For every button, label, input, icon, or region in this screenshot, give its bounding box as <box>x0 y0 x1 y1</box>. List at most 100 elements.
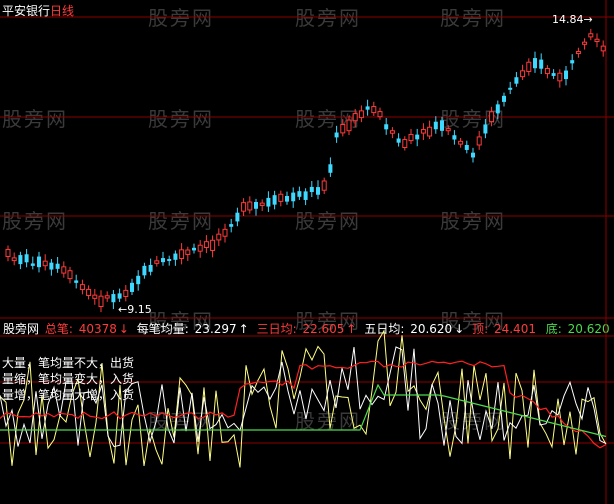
candle <box>402 139 408 149</box>
candle <box>588 33 594 38</box>
candle <box>415 134 420 140</box>
candle <box>458 140 464 145</box>
high-price-value: 14.84 <box>552 13 584 26</box>
candle <box>526 61 532 72</box>
candle <box>185 249 191 255</box>
candle <box>123 289 129 297</box>
candle <box>203 241 209 248</box>
candle <box>5 248 11 257</box>
note-line: 大量，笔均量不大，出货 <box>2 356 135 370</box>
note-line: 量缩，笔均量变大，入货 <box>2 372 135 386</box>
candle <box>396 138 401 143</box>
candle <box>600 45 606 52</box>
candle <box>148 264 153 272</box>
candle <box>297 191 302 197</box>
candle <box>161 258 165 263</box>
candle <box>11 257 17 262</box>
candle <box>42 260 48 267</box>
candle <box>173 253 178 260</box>
candle <box>285 196 289 202</box>
chart-title: 平安银行日线 <box>2 2 74 19</box>
candle <box>582 41 588 45</box>
stock-name: 平安银行 <box>2 4 51 18</box>
candle <box>30 263 35 266</box>
candle <box>49 262 54 270</box>
candle <box>452 135 457 140</box>
low-price-value: 9.15 <box>127 303 152 316</box>
candle <box>92 294 98 299</box>
candle <box>241 202 247 212</box>
candle <box>328 164 333 173</box>
candle <box>98 295 104 308</box>
candle <box>365 106 370 110</box>
candle <box>222 228 228 237</box>
candle <box>192 247 196 251</box>
period-label: 日线 <box>50 4 75 18</box>
candle <box>167 259 172 262</box>
candle <box>371 106 377 114</box>
candle <box>420 129 426 134</box>
candle <box>216 233 222 241</box>
candle <box>594 38 600 43</box>
candle <box>316 187 320 195</box>
candle <box>533 58 537 69</box>
candle <box>130 282 134 292</box>
candle <box>309 186 314 193</box>
candle <box>440 120 444 131</box>
candle <box>471 152 475 158</box>
candle <box>37 256 41 268</box>
candle <box>495 104 500 114</box>
candle <box>384 124 389 130</box>
candle <box>514 77 519 84</box>
candle <box>136 275 141 285</box>
candle <box>272 195 277 205</box>
candle <box>564 70 568 80</box>
candle <box>67 270 73 280</box>
candle <box>229 224 234 227</box>
candlestick-chart[interactable] <box>0 0 614 320</box>
high-price-label: 14.84→ <box>552 13 593 26</box>
candle <box>340 124 346 134</box>
candle <box>346 119 352 132</box>
candle <box>502 95 506 102</box>
candle <box>61 266 67 274</box>
candle <box>377 111 383 118</box>
arrow-left-icon: ← <box>118 303 128 316</box>
candle <box>303 191 308 200</box>
candle <box>210 239 216 251</box>
candle <box>86 288 92 296</box>
candle <box>179 249 185 259</box>
candle <box>291 192 296 202</box>
candle <box>266 197 271 207</box>
candle <box>74 280 79 283</box>
candle <box>427 126 433 137</box>
candle <box>389 130 395 134</box>
note-line: 量增，笔均量大增，入货 <box>2 388 135 402</box>
candle <box>79 284 85 291</box>
indicator-panel[interactable] <box>0 320 614 504</box>
candle <box>575 50 581 55</box>
candle <box>483 124 488 134</box>
candle <box>259 202 265 206</box>
candle <box>321 180 327 191</box>
candle <box>464 144 469 150</box>
candle <box>476 136 482 146</box>
candle <box>104 295 110 299</box>
candle <box>55 263 60 269</box>
candle <box>489 111 495 123</box>
candle <box>508 87 513 90</box>
low-price-label: ←9.15 <box>118 303 152 316</box>
candle <box>235 212 240 222</box>
candle <box>18 255 23 265</box>
candle <box>433 121 438 130</box>
candle <box>154 260 160 264</box>
indicator-chart[interactable] <box>0 320 614 504</box>
indicator-notes: 大量，笔均量不大，出货 量缩，笔均量变大，入货 量增，笔均量大增，入货 <box>2 355 134 403</box>
candle <box>570 60 575 64</box>
candle <box>142 265 147 276</box>
arrow-icon: → <box>583 13 593 26</box>
candle <box>445 128 451 132</box>
candle <box>408 133 414 142</box>
candlestick-panel[interactable]: 平安银行日线 14.84→ ←9.15 <box>0 0 614 320</box>
candle <box>254 202 258 209</box>
